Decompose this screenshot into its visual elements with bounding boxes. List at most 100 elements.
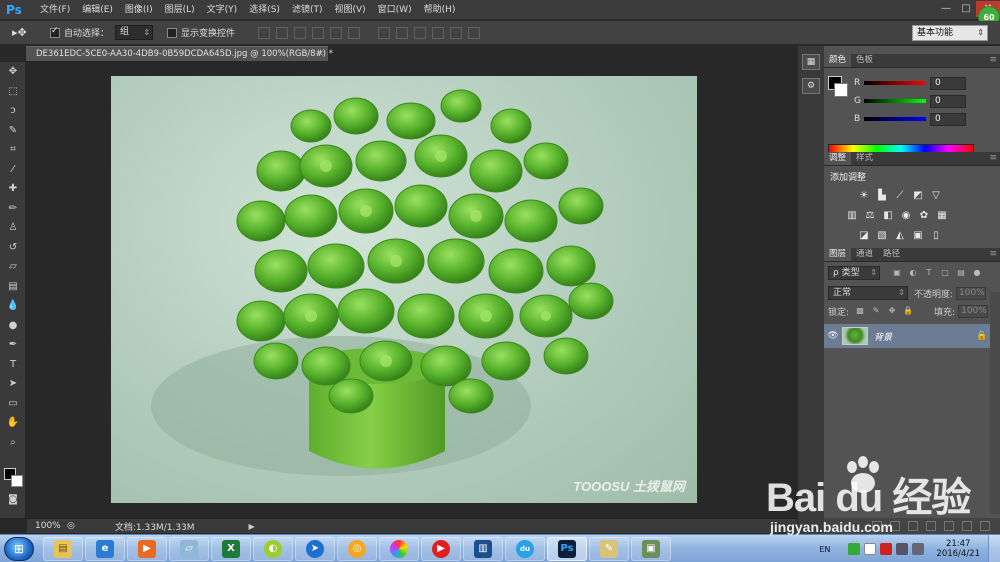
- curves-icon[interactable]: ⟋: [894, 190, 906, 201]
- lock-position-icon[interactable]: ✥: [887, 306, 897, 316]
- move-tool-preset-icon[interactable]: ▸✥: [12, 26, 34, 39]
- layer-row-background[interactable]: 👁 背景 🔒: [824, 324, 990, 348]
- move-tool-icon[interactable]: ✥: [0, 62, 26, 82]
- healing-brush-tool-icon[interactable]: ✚: [0, 179, 26, 199]
- menu-filter[interactable]: 滤镜(T): [286, 0, 329, 20]
- hand-tool-icon[interactable]: ✋: [0, 413, 26, 433]
- hue-saturation-icon[interactable]: ▥: [846, 210, 858, 221]
- auto-select-checkbox[interactable]: [50, 26, 60, 38]
- start-button[interactable]: ⊞: [4, 536, 34, 561]
- taskbar-video[interactable]: ▶: [421, 536, 461, 561]
- properties-panel-icon[interactable]: ⚙: [802, 78, 820, 94]
- g-slider[interactable]: [864, 99, 926, 103]
- menu-help[interactable]: 帮助(H): [418, 0, 462, 20]
- panel-background-swatch[interactable]: [834, 83, 848, 97]
- history-brush-tool-icon[interactable]: ↺: [0, 238, 26, 258]
- black-white-icon[interactable]: ◧: [882, 210, 894, 221]
- taskbar-excel[interactable]: X: [211, 536, 251, 561]
- status-info-icon[interactable]: ◎: [67, 521, 75, 531]
- menu-file[interactable]: 文件(F): [34, 0, 76, 20]
- align-bottom-icon[interactable]: [294, 26, 307, 39]
- taskbar-photo[interactable]: ▣: [631, 536, 671, 561]
- distribute-vcenter-icon[interactable]: [396, 26, 409, 39]
- brightness-icon[interactable]: ☀: [858, 190, 870, 201]
- taskbar-baidu[interactable]: du: [505, 536, 545, 561]
- tab-paths[interactable]: 路径: [878, 248, 905, 261]
- align-vcenter-icon[interactable]: [276, 26, 289, 39]
- lock-all-icon[interactable]: 🔒: [903, 306, 913, 316]
- eraser-tool-icon[interactable]: ▱: [0, 257, 26, 277]
- background-color-swatch[interactable]: [11, 475, 23, 487]
- clone-stamp-tool-icon[interactable]: ♙: [0, 218, 26, 238]
- distribute-top-icon[interactable]: [378, 26, 391, 39]
- eye-icon[interactable]: 👁: [824, 331, 842, 341]
- posterize-icon[interactable]: ▧: [876, 230, 888, 241]
- threshold-icon[interactable]: ◭: [894, 230, 906, 241]
- tab-adjustments[interactable]: 调整: [824, 152, 852, 165]
- tab-swatches[interactable]: 色板: [851, 54, 878, 67]
- distribute-bottom-icon[interactable]: [414, 26, 427, 39]
- taskbar-ie[interactable]: e: [85, 536, 125, 561]
- filter-smart-icon[interactable]: ▤: [956, 268, 966, 278]
- filter-shape-icon[interactable]: ▢: [940, 268, 950, 278]
- tab-layers[interactable]: 图层: [824, 248, 852, 261]
- layer-name[interactable]: 背景: [874, 330, 976, 343]
- photo-filter-icon[interactable]: ◉: [900, 210, 912, 221]
- panel-menu-icon[interactable]: ≡: [989, 54, 1000, 67]
- tab-channels[interactable]: 通道: [851, 248, 878, 261]
- invert-icon[interactable]: ◪: [858, 230, 870, 241]
- menu-layer[interactable]: 图层(L): [159, 0, 201, 20]
- align-left-icon[interactable]: [312, 26, 325, 39]
- b-slider[interactable]: [864, 117, 926, 121]
- distribute-hcenter-icon[interactable]: [450, 26, 463, 39]
- channel-mixer-icon[interactable]: ✿: [918, 210, 930, 221]
- quick-mask-icon[interactable]: ◙: [0, 490, 26, 510]
- taskbar-app7[interactable]: ➤: [295, 536, 335, 561]
- canvas-area[interactable]: TOOOSU 土拨鼠网: [27, 62, 797, 518]
- menu-image[interactable]: 图像(I): [119, 0, 159, 20]
- lock-transparent-icon[interactable]: ▩: [855, 306, 865, 316]
- filter-toggle-icon[interactable]: ●: [972, 268, 982, 278]
- pen-tool-icon[interactable]: ✒: [0, 335, 26, 355]
- distribute-left-icon[interactable]: [432, 26, 445, 39]
- r-value-input[interactable]: 0: [930, 76, 966, 90]
- taskbar-app11[interactable]: ▥: [463, 536, 503, 561]
- opacity-input[interactable]: 100%: [956, 286, 987, 300]
- taskbar-app9[interactable]: [379, 536, 419, 561]
- document-tab[interactable]: DE361EDC-5CE0-AA30-4DB9-0B59DCDA645D.jpg…: [26, 46, 333, 61]
- menu-select[interactable]: 选择(S): [243, 0, 286, 20]
- shape-tool-icon[interactable]: ▭: [0, 394, 26, 414]
- blend-mode-dropdown[interactable]: 正常: [828, 286, 908, 300]
- restore-button[interactable]: □: [956, 1, 976, 17]
- language-indicator[interactable]: EN: [819, 545, 830, 554]
- lasso-tool-icon[interactable]: ↄ: [0, 101, 26, 121]
- show-transform-checkbox[interactable]: [167, 27, 178, 38]
- menu-window[interactable]: 窗口(W): [372, 0, 418, 20]
- tab-styles[interactable]: 样式: [851, 152, 878, 165]
- gradient-tool-icon[interactable]: ▤: [0, 277, 26, 297]
- color-balance-icon[interactable]: ⚖: [864, 210, 876, 221]
- selective-color-icon[interactable]: ▣: [912, 230, 924, 241]
- filter-pixel-icon[interactable]: ▣: [892, 268, 902, 278]
- path-select-tool-icon[interactable]: ➤: [0, 374, 26, 394]
- levels-icon[interactable]: ▙: [876, 190, 888, 201]
- b-value-input[interactable]: 0: [930, 112, 966, 126]
- brush-tool-icon[interactable]: ✏: [0, 199, 26, 219]
- status-menu-arrow-icon[interactable]: ▶: [249, 522, 255, 531]
- menu-view[interactable]: 视图(V): [328, 0, 371, 20]
- panel-menu-icon[interactable]: ≡: [989, 152, 1000, 165]
- layer-kind-filter[interactable]: ρ 类型: [828, 266, 880, 280]
- crop-tool-icon[interactable]: ⌗: [0, 140, 26, 160]
- g-value-input[interactable]: 0: [930, 94, 966, 108]
- zoom-level[interactable]: 100%: [35, 521, 67, 531]
- filter-adjustment-icon[interactable]: ◐: [908, 268, 918, 278]
- marquee-tool-icon[interactable]: ⬚: [0, 82, 26, 102]
- type-tool-icon[interactable]: T: [0, 355, 26, 375]
- taskbar-app8[interactable]: ◎: [337, 536, 377, 561]
- dodge-tool-icon[interactable]: ●: [0, 316, 26, 336]
- align-hcenter-icon[interactable]: [330, 26, 343, 39]
- quick-select-tool-icon[interactable]: ✎: [0, 121, 26, 141]
- taskbar-media[interactable]: ▶: [127, 536, 167, 561]
- blur-tool-icon[interactable]: 💧: [0, 296, 26, 316]
- lock-pixels-icon[interactable]: ✎: [871, 306, 881, 316]
